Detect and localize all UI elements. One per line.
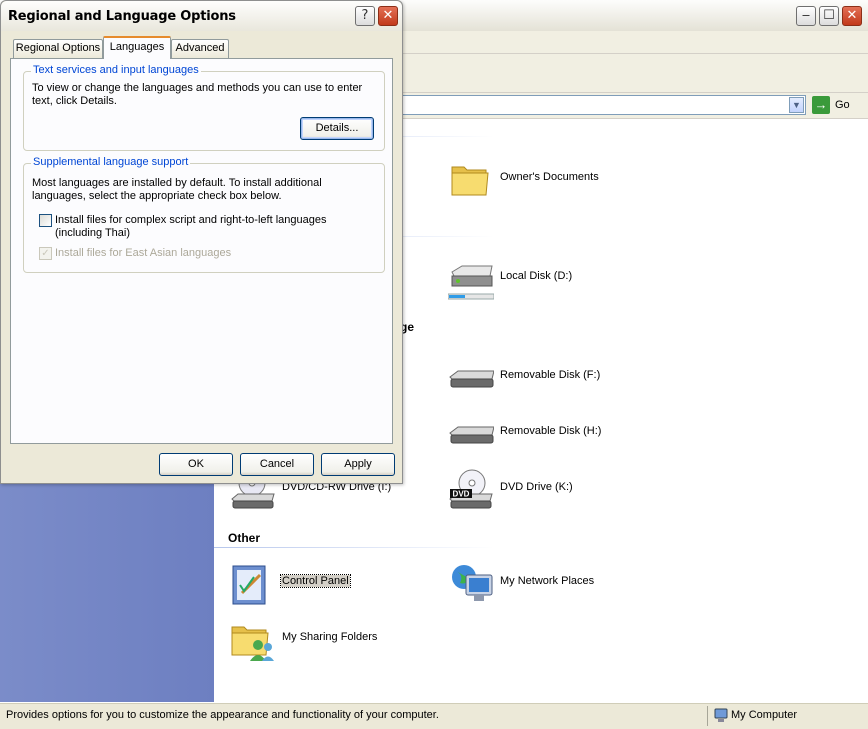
text-services-description: To view or change the languages and meth… — [32, 82, 363, 107]
folder-icon — [451, 166, 489, 196]
item-label: Removable Disk (H:) — [500, 425, 602, 437]
details-button[interactable]: Details... — [300, 117, 374, 140]
cancel-button[interactable]: Cancel — [240, 453, 314, 476]
regional-language-dialog: Regional and Language Options ? ✕ Region… — [0, 0, 403, 484]
complex-script-label-text: Install files for complex script and rig… — [55, 214, 327, 239]
east-asian-label-text: Install files for East Asian languages — [55, 247, 232, 259]
apply-button-label: Apply — [344, 458, 372, 470]
apply-button[interactable]: Apply — [321, 453, 395, 476]
list-item[interactable]: Removable Disk (H:) — [448, 413, 648, 457]
item-label: DVD Drive (K:) — [500, 481, 573, 493]
dialog-title: Regional and Language Options — [8, 9, 236, 24]
item-label: Control Panel — [280, 574, 351, 588]
east-asian-checkbox[interactable]: ✓ — [39, 247, 52, 260]
list-item[interactable]: My Network Places — [448, 563, 648, 607]
complex-script-label[interactable]: Install files for complex script and rig… — [55, 214, 375, 240]
tab-panel-languages: Text services and input languages To vie… — [10, 58, 393, 444]
item-label: My Network Places — [500, 575, 595, 587]
go-label: Go — [835, 99, 850, 111]
hard-disk-icon — [448, 265, 494, 300]
network-places-icon — [452, 565, 493, 601]
item-label: Local Disk (D:) — [500, 270, 573, 282]
status-divider — [707, 706, 708, 726]
list-item[interactable]: My Sharing Folders — [230, 619, 430, 663]
supplemental-description: Most languages are installed by default.… — [32, 177, 322, 202]
supplemental-group: Supplemental language support Most langu… — [23, 156, 385, 273]
help-button[interactable]: ? — [355, 6, 375, 26]
address-input[interactable]: ▼ — [400, 95, 806, 115]
removable-disk-icon — [449, 426, 494, 444]
list-item[interactable]: DVD DVD Drive (K:) — [448, 469, 648, 513]
item-label: Owner's Documents — [500, 171, 599, 183]
text-services-group: Text services and input languages To vie… — [23, 64, 385, 151]
go-arrow-icon: → — [812, 96, 830, 114]
item-label: My Sharing Folders — [282, 631, 378, 643]
list-item[interactable]: Local Disk (D:) — [448, 258, 648, 302]
control-panel-icon — [232, 565, 266, 605]
group-separator — [214, 547, 494, 548]
computer-icon — [714, 708, 728, 722]
dvd-drive-icon: DVD — [449, 469, 493, 509]
tab-regional-options[interactable]: Regional Options — [13, 39, 103, 58]
item-label: Removable Disk (F:) — [500, 369, 601, 381]
status-zone-label: My Computer — [731, 709, 798, 721]
details-button-label: Details... — [315, 122, 359, 134]
minimize-button[interactable]: ‒ — [796, 6, 816, 26]
list-item[interactable]: Owner's Documents — [448, 159, 648, 203]
explorer-close-button[interactable]: ✕ — [842, 6, 862, 26]
status-text: Provides options for you to customize th… — [6, 709, 439, 721]
tab-advanced[interactable]: Advanced — [171, 39, 229, 58]
group-header-other: Other — [228, 531, 261, 545]
east-asian-label: Install files for East Asian languages — [55, 247, 375, 260]
tab-languages[interactable]: Languages — [103, 36, 171, 59]
complex-script-checkbox[interactable] — [39, 214, 52, 227]
dialog-titlebar[interactable]: Regional and Language Options ? ✕ — [1, 1, 402, 31]
text-services-title: Text services and input languages — [31, 64, 201, 76]
chevron-down-icon[interactable]: ▼ — [789, 97, 804, 113]
maximize-button[interactable]: ☐ — [819, 6, 839, 26]
close-button[interactable]: ✕ — [378, 6, 398, 26]
status-bar: Provides options for you to customize th… — [0, 702, 868, 729]
ok-button[interactable]: OK — [159, 453, 233, 476]
list-item[interactable]: Removable Disk (F:) — [448, 357, 648, 401]
removable-disk-icon — [449, 370, 494, 388]
supplemental-title: Supplemental language support — [31, 156, 191, 168]
sharing-folder-icon — [231, 626, 274, 661]
list-item[interactable]: Control Panel — [230, 563, 430, 607]
dvd-badge: DVD — [453, 490, 470, 499]
